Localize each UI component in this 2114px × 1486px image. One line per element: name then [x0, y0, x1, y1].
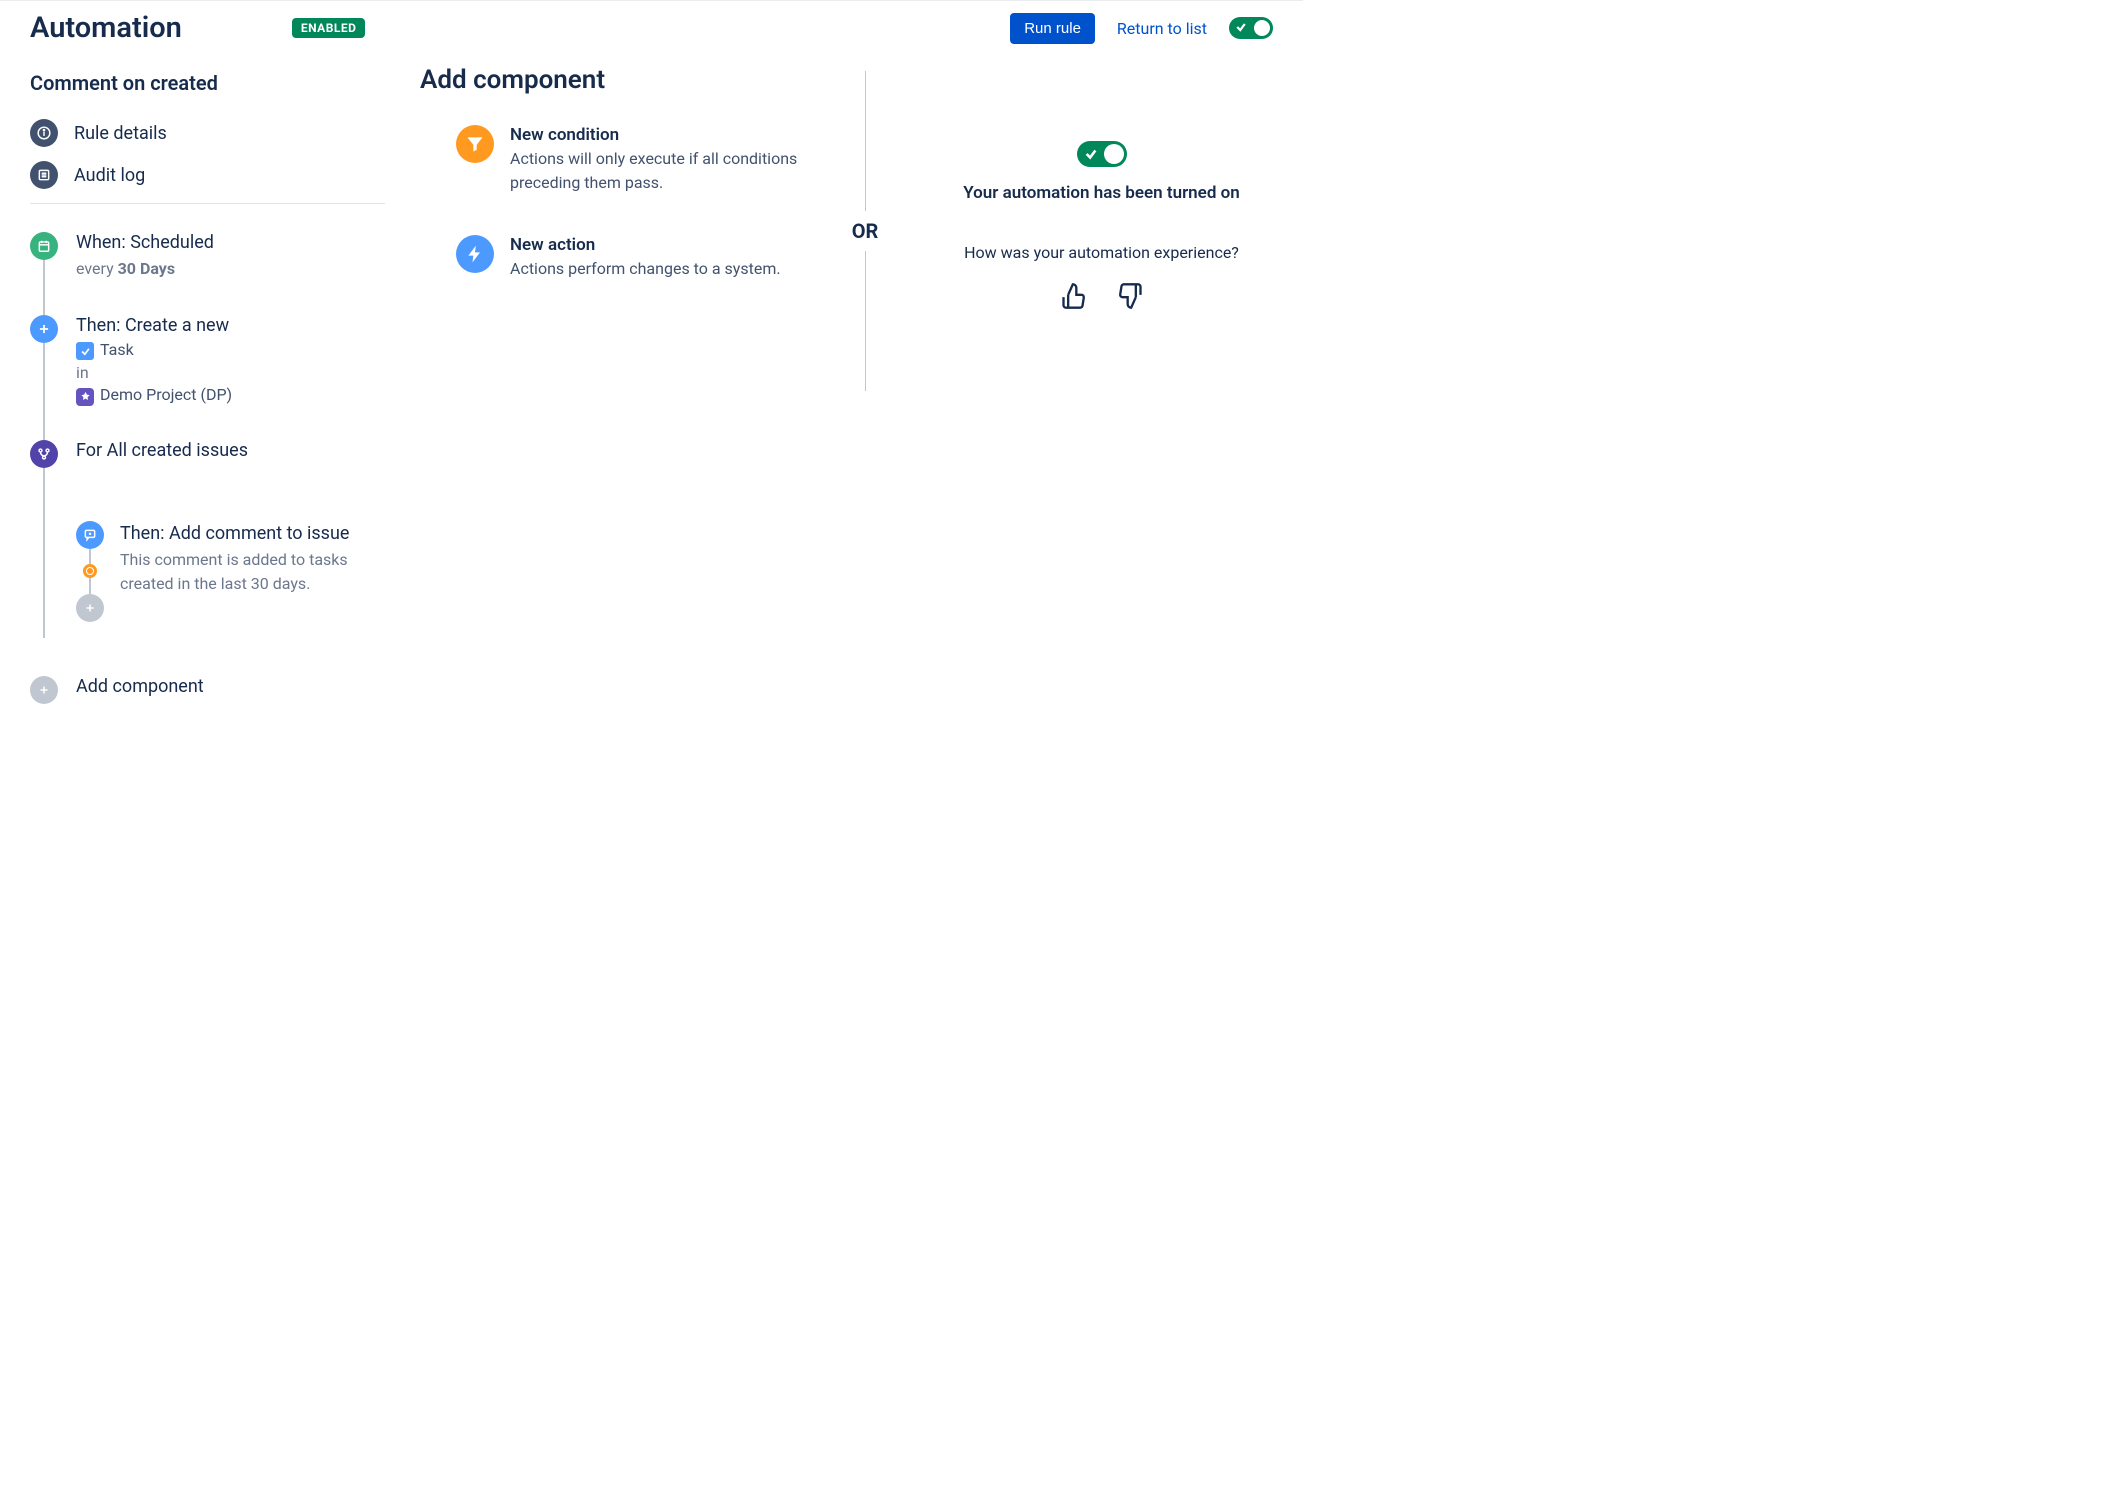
task-label: Task — [100, 340, 134, 359]
task-icon — [76, 342, 94, 360]
add-step-inline-button[interactable] — [76, 594, 104, 622]
list-icon — [30, 161, 58, 189]
branch-child-title: Then: Add comment to issue — [120, 523, 370, 544]
header-right: Run rule Return to list — [1010, 13, 1273, 44]
enabled-badge: ENABLED — [292, 18, 366, 38]
rule-details-link[interactable]: Rule details — [30, 119, 400, 147]
project-label: Demo Project (DP) — [100, 385, 232, 404]
new-action-option[interactable]: New action Actions perform changes to a … — [420, 235, 820, 281]
branch-child-desc: This comment is added to tasks created i… — [120, 548, 370, 596]
branch-node[interactable]: For All created issues — [30, 440, 400, 638]
or-separator: OR — [830, 71, 900, 391]
rule-name: Comment on created — [30, 71, 400, 95]
comment-icon — [76, 521, 104, 549]
add-component-heading: Add component — [420, 65, 820, 95]
current-step-marker — [83, 564, 97, 578]
project-icon — [76, 388, 94, 406]
trigger-title: When: Scheduled — [76, 232, 400, 253]
thumbs-up-icon — [1060, 282, 1088, 310]
feedback-question: How was your automation experience? — [964, 243, 1239, 262]
action-create-title: Then: Create a new — [76, 315, 400, 336]
check-icon — [1084, 147, 1098, 165]
divider — [30, 203, 385, 204]
toggle-knob — [1104, 144, 1124, 164]
plus-icon — [30, 315, 58, 343]
add-component-icon — [30, 676, 58, 704]
branch-title: For All created issues — [76, 440, 400, 461]
lightning-icon — [456, 235, 494, 273]
automation-on-toggle[interactable] — [1077, 141, 1127, 167]
feedback-panel: Your automation has been turned on How w… — [900, 71, 1273, 317]
in-label: in — [76, 363, 400, 382]
new-action-desc: Actions perform changes to a system. — [510, 257, 781, 281]
new-condition-desc: Actions will only execute if all conditi… — [510, 147, 820, 195]
trigger-node[interactable]: When: Scheduled every 30 Days — [30, 232, 400, 315]
page-title: Automation — [30, 11, 182, 45]
branch-icon — [30, 440, 58, 468]
add-component-panel: Add component New condition Actions will… — [400, 71, 830, 321]
info-icon — [30, 119, 58, 147]
audit-log-label: Audit log — [74, 165, 145, 186]
thumbs-up-button[interactable] — [1056, 278, 1092, 317]
return-to-list-link[interactable]: Return to list — [1117, 19, 1207, 38]
check-icon — [1235, 21, 1247, 37]
rule-details-label: Rule details — [74, 123, 167, 144]
thumbs-down-icon — [1116, 282, 1144, 310]
add-component-node[interactable]: Add component — [30, 676, 400, 704]
trigger-sub: every 30 Days — [76, 257, 400, 281]
calendar-icon — [30, 232, 58, 260]
funnel-icon — [456, 125, 494, 163]
rule-enabled-toggle[interactable] — [1229, 17, 1273, 39]
audit-log-link[interactable]: Audit log — [30, 161, 400, 189]
or-label: OR — [852, 211, 879, 251]
run-rule-button[interactable]: Run rule — [1010, 13, 1095, 44]
new-condition-title: New condition — [510, 125, 820, 145]
thumbs-down-button[interactable] — [1112, 278, 1148, 317]
action-create-node[interactable]: Then: Create a new Task in Demo Project … — [30, 315, 400, 440]
new-condition-option[interactable]: New condition Actions will only execute … — [420, 125, 820, 195]
add-component-label: Add component — [76, 676, 400, 697]
turned-on-message: Your automation has been turned on — [963, 183, 1240, 203]
header: Automation ENABLED Run rule Return to li… — [30, 11, 1273, 51]
branch-child-node[interactable]: Then: Add comment to issue This comment … — [76, 521, 400, 622]
rule-sidebar: Comment on created Rule details Audit lo… — [30, 71, 400, 704]
new-action-title: New action — [510, 235, 781, 255]
toggle-knob — [1254, 20, 1270, 36]
header-left: Automation ENABLED — [30, 11, 365, 45]
